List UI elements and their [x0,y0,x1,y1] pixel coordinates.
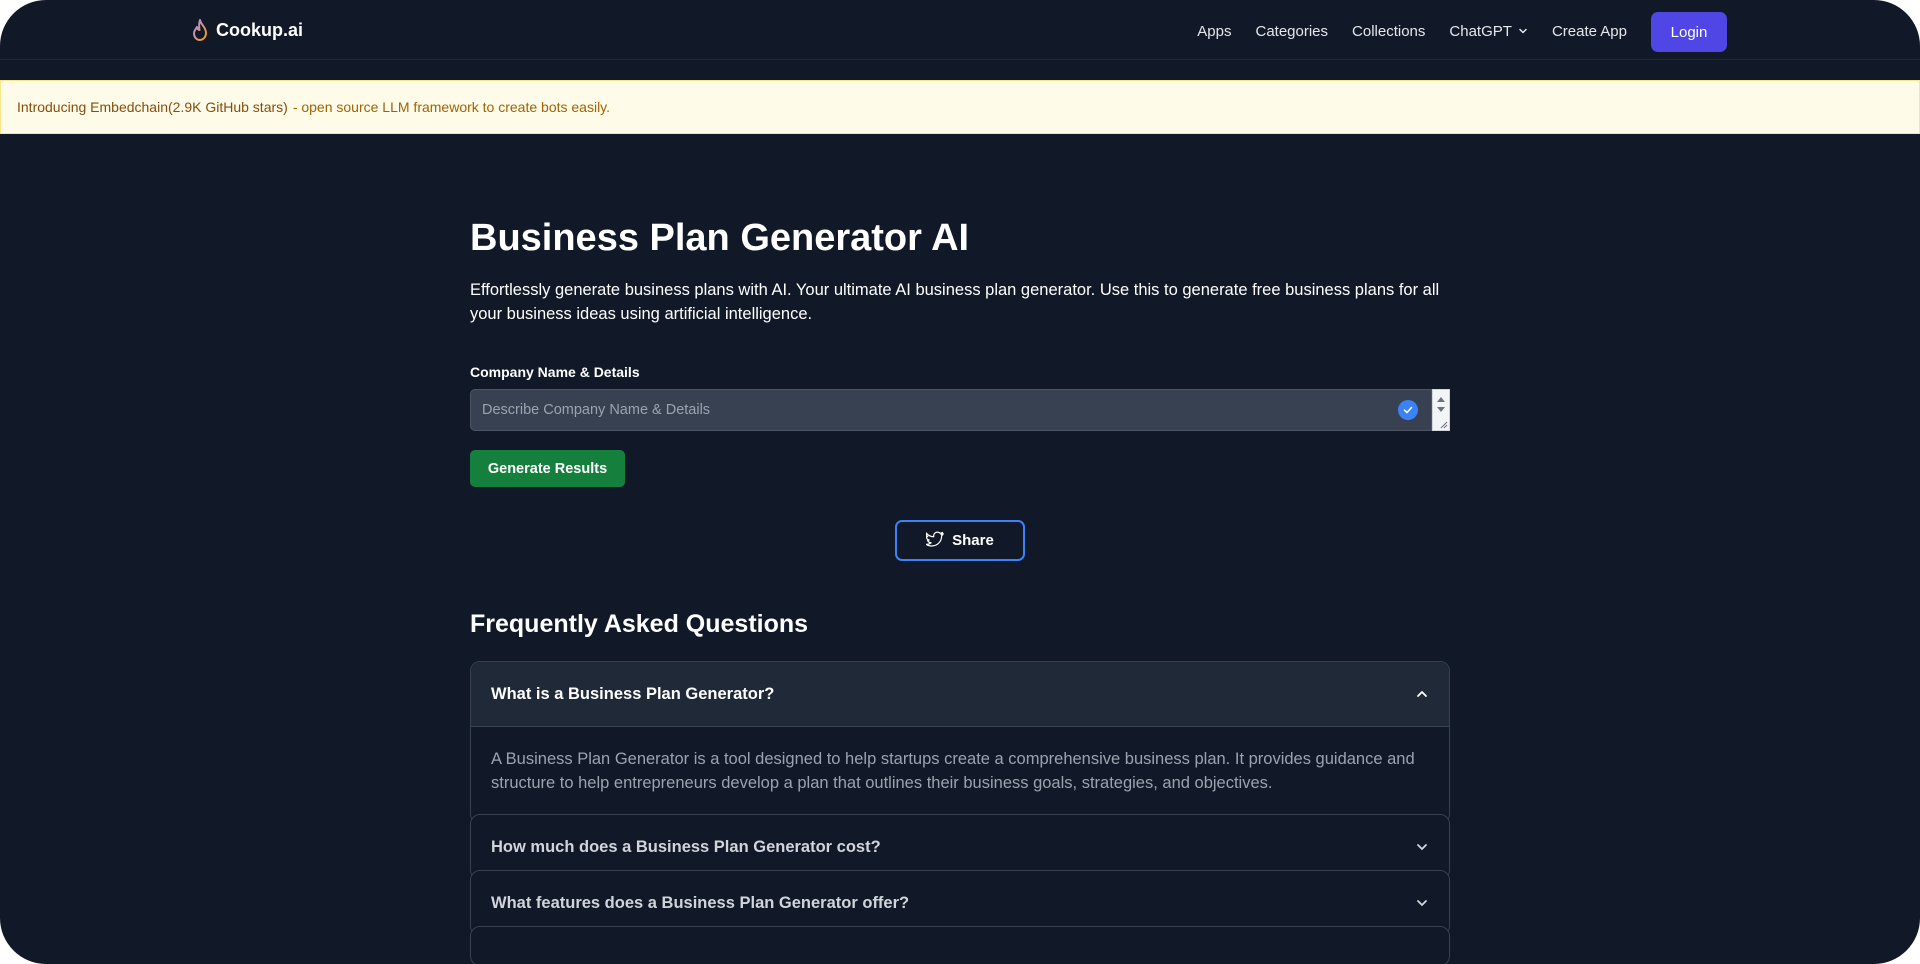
chevron-down-icon [1415,840,1429,854]
nav-link-collections-label: Collections [1352,23,1426,40]
faq-item: What is a Business Plan Generator? A Bus… [470,661,1450,824]
flame-logo-icon [190,18,210,42]
company-details-placeholder: Describe Company Name & Details [482,402,711,418]
login-button[interactable]: Login [1651,12,1727,52]
nav-link-chatgpt-label: ChatGPT [1449,23,1512,40]
scroll-up-arrow-icon[interactable] [1437,397,1445,402]
generate-results-button[interactable]: Generate Results [470,450,625,487]
nav-link-categories[interactable]: Categories [1243,12,1340,52]
nav-link-apps[interactable]: Apps [1185,12,1243,52]
faq-item-partial [470,926,1450,964]
banner-text: - open source LLM framework to create bo… [292,99,611,115]
faq-accordion: What is a Business Plan Generator? A Bus… [470,661,1450,964]
page-description: Effortlessly generate business plans wit… [470,281,1440,323]
nav-link-apps-label: Apps [1197,23,1232,40]
textarea-scrollbar[interactable] [1432,389,1450,431]
brand-name: Cookup.ai [216,19,304,40]
main-content: Business Plan Generator AI Effortlessly … [470,210,1450,964]
faq-question-toggle[interactable]: What is a Business Plan Generator? [471,662,1449,727]
check-circle-icon [1398,400,1418,420]
share-row: Share [470,520,1450,561]
nav-link-chatgpt-dropdown[interactable]: ChatGPT [1437,12,1540,52]
banner-highlight-link[interactable]: Introducing Embedchain(2.9K GitHub stars… [17,99,288,115]
faq-question-text: What features does a Business Plan Gener… [491,893,910,912]
company-details-input[interactable]: Describe Company Name & Details [470,389,1432,431]
twitter-bird-icon [925,531,944,551]
nav-link-categories-label: Categories [1255,23,1329,40]
nav-link-collections[interactable]: Collections [1340,12,1437,52]
faq-heading: Frequently Asked Questions [470,610,809,638]
faq-question-text: What is a Business Plan Generator? [491,684,775,703]
share-button[interactable]: Share [895,520,1025,561]
top-nav: Cookup.ai Apps Categories Collections Ch… [0,0,1920,60]
brand-logo[interactable]: Cookup.ai [190,18,303,42]
faq-question-text: How much does a Business Plan Generator … [491,837,881,856]
share-label: Share [952,532,994,549]
nav-link-create-app-label: Create App [1551,23,1627,40]
chevron-up-icon [1415,687,1429,701]
nav-link-create-app[interactable]: Create App [1540,12,1639,52]
chevron-down-icon [1518,12,1528,52]
page-frame: Cookup.ai Apps Categories Collections Ch… [0,0,1920,964]
company-field-label: Company Name & Details [470,364,640,380]
page-title: Business Plan Generator AI [470,217,970,259]
chevron-down-icon [1415,896,1429,910]
nav-links: Apps Categories Collections ChatGPT Crea… [1185,12,1727,52]
resize-grip-icon[interactable] [1438,419,1448,429]
announcement-banner[interactable]: Introducing Embedchain(2.9K GitHub stars… [0,80,1920,134]
scroll-down-arrow-icon[interactable] [1437,407,1445,412]
faq-answer-text: A Business Plan Generator is a tool desi… [491,750,1415,792]
company-details-field: Describe Company Name & Details [470,389,1450,431]
